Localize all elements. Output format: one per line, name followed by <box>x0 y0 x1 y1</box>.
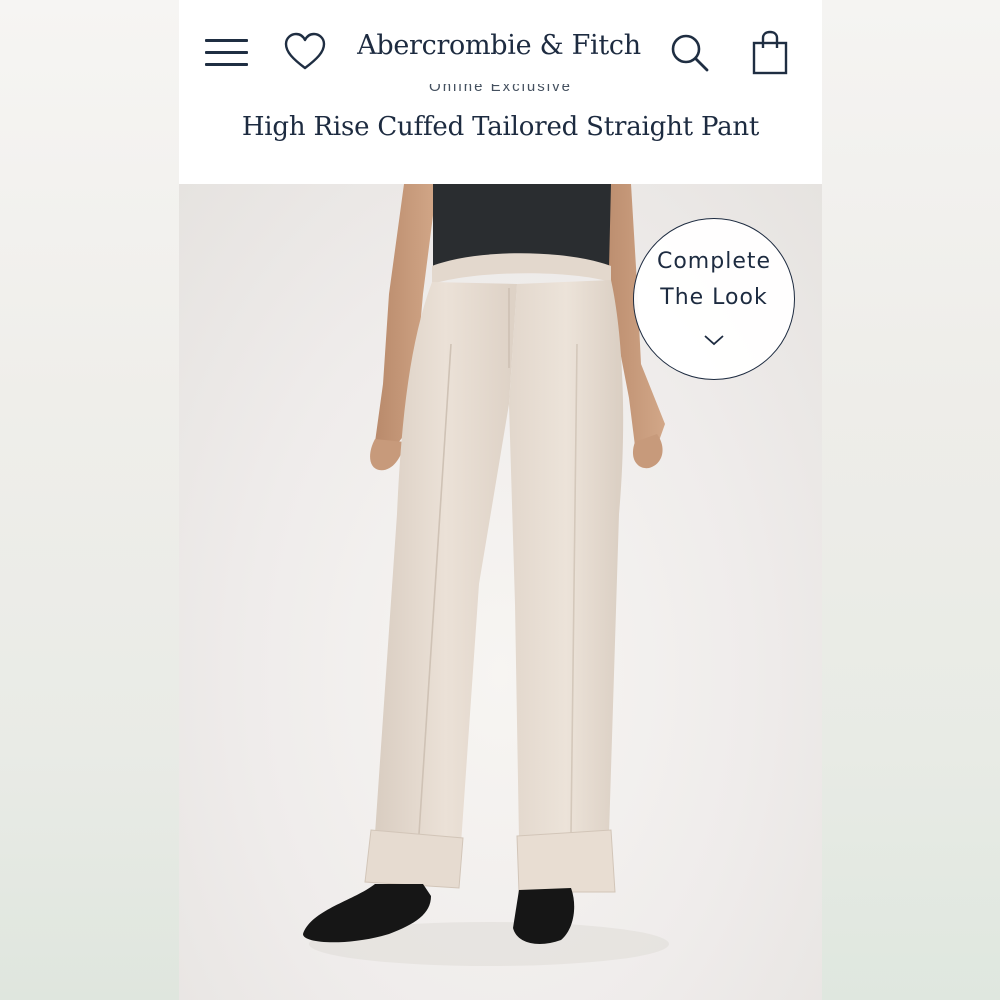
left-blurred-border <box>0 0 179 1000</box>
header: Abercrombie & Fitch Online Exclusive Hig… <box>179 0 822 184</box>
chevron-down-icon <box>704 335 724 346</box>
bag-icon[interactable] <box>751 30 789 76</box>
brand-logo[interactable]: Abercrombie & Fitch <box>329 30 669 61</box>
phone-screen: Abercrombie & Fitch Online Exclusive Hig… <box>179 0 822 1000</box>
right-blurred-border <box>822 0 1000 1000</box>
online-exclusive-badge: Online Exclusive <box>429 84 572 95</box>
right-pant-leg <box>509 280 624 840</box>
left-cuff <box>364 829 464 889</box>
right-cuff <box>516 829 616 893</box>
complete-the-look-label-2: The Look <box>660 285 768 310</box>
complete-the-look-label-1: Complete <box>656 249 772 274</box>
menu-icon[interactable] <box>205 35 249 69</box>
complete-the-look-button[interactable]: Complete The Look <box>633 218 795 380</box>
product-title: High Rise Cuffed Tailored Straight Pant <box>241 112 760 142</box>
search-icon[interactable] <box>669 32 711 74</box>
right-loafer <box>513 888 575 944</box>
heart-icon[interactable] <box>283 32 327 72</box>
